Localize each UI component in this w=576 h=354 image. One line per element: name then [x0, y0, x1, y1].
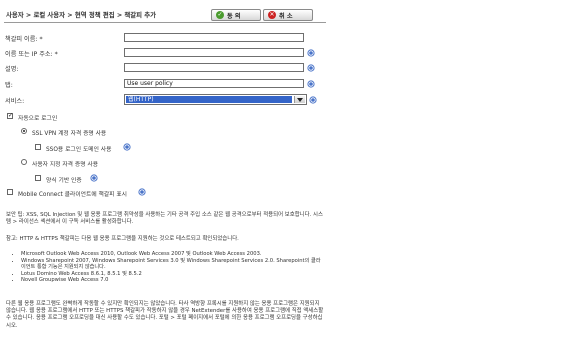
sso-domain-label: SSO용 로그인 도메인 사용 — [46, 147, 112, 153]
help-icon[interactable] — [307, 80, 315, 88]
auto-login-checkbox[interactable] — [7, 112, 13, 119]
security-tip-text: 보안 팁: XSS, SQL Injection 및 웹 응용 프로그램 취약성… — [6, 212, 323, 226]
help-icon[interactable] — [138, 188, 146, 196]
service-selected-value: 웹(HTTP) — [126, 96, 292, 103]
ssl-vpn-credentials-radio[interactable] — [21, 128, 27, 134]
help-icon[interactable] — [307, 64, 315, 72]
service-label: 서비스: — [5, 98, 25, 105]
tab-label: 탭: — [5, 82, 13, 89]
custom-credentials-label: 사용자 지정 자격 증명 사용 — [32, 162, 99, 168]
description-input[interactable] — [124, 63, 304, 72]
auto-login-label: 자동으로 로그인 — [18, 116, 58, 122]
ok-button[interactable]: ✓ 동 의 — [211, 9, 261, 21]
sso-domain-checkbox[interactable] — [35, 144, 41, 150]
checkmark-icon: ✓ — [216, 11, 224, 19]
host-label: 이름 또는 IP 주소: * — [5, 51, 58, 58]
close-icon: ✕ — [268, 11, 276, 19]
list-item: Microsoft Outlook Web Access 2010, Outlo… — [21, 251, 324, 258]
help-icon[interactable] — [123, 143, 131, 151]
bookmark-name-input[interactable] — [124, 33, 304, 42]
form-based-auth-checkbox[interactable] — [35, 175, 41, 181]
tab-input[interactable] — [124, 79, 304, 88]
custom-credentials-radio[interactable] — [21, 159, 27, 165]
supported-apps-list: Microsoft Outlook Web Access 2010, Outlo… — [12, 251, 324, 284]
description-label: 설명: — [5, 66, 19, 73]
help-icon[interactable] — [307, 49, 315, 57]
list-item: Windows Sharepoint 2007, Windows Sharepo… — [21, 258, 324, 271]
cancel-button[interactable]: ✕ 취 소 — [263, 9, 313, 21]
compatibility-text: 다른 웹 응용 프로그램도 완벽하게 작동할 수 있지만 확인되지는 않았습니다… — [6, 301, 324, 329]
help-icon[interactable] — [90, 174, 98, 182]
cancel-button-label: 취 소 — [279, 12, 293, 20]
form-based-auth-label: 양식 기반 인증 — [46, 178, 82, 184]
ssl-vpn-credentials-label: SSL VPN 계정 자격 증명 사용 — [32, 131, 107, 137]
mobile-connect-label: Mobile Connect 클라이언트에 책갈피 표시 — [18, 192, 128, 198]
breadcrumb: 사용자 > 로컬 사용자 > 현역 정책 편집 > 책갈피 추가 — [6, 11, 157, 19]
list-item: Novell Groupwise Web Access 7.0 — [21, 277, 324, 284]
header-divider — [4, 22, 326, 23]
note-text: 참고: HTTP & HTTPS 책갈피는 다음 웹 응용 프로그램을 지원하는… — [6, 236, 239, 242]
host-input[interactable] — [124, 48, 304, 57]
mobile-connect-checkbox[interactable] — [7, 189, 13, 195]
help-icon[interactable] — [309, 96, 317, 104]
bookmark-name-label: 책갈피 이름: * — [5, 36, 43, 43]
ok-button-label: 동 의 — [227, 12, 241, 20]
list-item: Lotus Domino Web Access 8.6.1, 8.5.1 및 8… — [21, 271, 324, 278]
service-select[interactable]: 웹(HTTP) — [124, 94, 307, 105]
chevron-down-icon[interactable] — [294, 96, 305, 103]
